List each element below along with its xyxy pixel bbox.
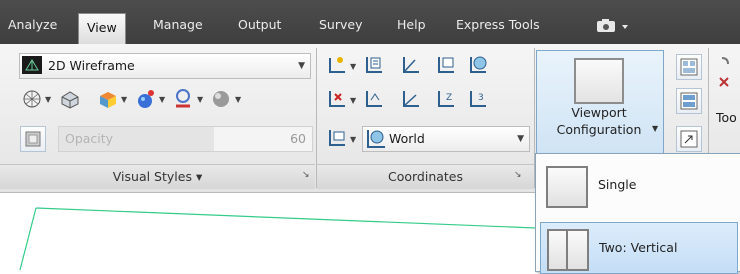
ucs-list-icon [366,57,382,73]
chevron-down-icon[interactable]: ▼ [159,95,165,104]
camera-icon [597,19,628,32]
ucs-view-icon [366,91,382,107]
panel-launcher-icon[interactable]: ↘ [302,170,310,180]
ucs-button[interactable] [325,53,349,77]
ucs-previous-icon [438,57,454,73]
ucs-z-axis-button[interactable]: Z [434,87,458,111]
ucs-3point-button[interactable]: 3 [466,87,490,111]
viewport-icon [574,58,624,104]
drawing-polyline[interactable] [35,207,537,229]
tool-palettes-label[interactable]: Too [716,110,737,125]
ucs-3point-icon: 3 [470,91,486,107]
ucs-combo[interactable]: World ▼ [362,126,530,152]
ucs-world-button[interactable] [398,53,422,77]
environment-button[interactable] [210,87,234,111]
ucs-icon-props-icon [329,130,345,146]
workspace-switcher-button[interactable] [596,19,632,36]
visual-style-combo[interactable]: 2D Wireframe ▼ [19,53,311,79]
viewport-configuration-label: Viewport Configuration [536,104,662,138]
materials-button[interactable] [134,87,158,111]
ucs-axis-icon [329,57,345,73]
ucs-object-button[interactable] [398,87,422,111]
ucs-previous-button[interactable] [434,53,458,77]
ucs-icon-button[interactable] [325,126,349,150]
ucs-value: World [389,131,425,146]
ucs-globe-icon [470,56,487,73]
drawing-polyline[interactable] [19,207,37,270]
chevron-down-icon[interactable]: ▼ [45,95,51,104]
tab-view[interactable]: View [78,13,126,45]
menu-item-label: Single [598,177,637,192]
opacity-placeholder: Opacity [65,131,114,146]
tool-palettes-icon[interactable] [716,56,736,95]
tab-analyze[interactable]: Analyze [0,12,65,38]
single-viewport-icon [546,166,588,208]
grey-sphere-icon [213,91,229,107]
ucs-z-icon: Z [438,91,454,107]
tab-manage[interactable]: Manage [145,12,211,38]
panel-launcher-icon[interactable]: ↘ [514,170,522,180]
lights-button[interactable] [172,87,196,111]
visual-styles-panel-title[interactable]: Visual Styles ▾ [0,164,315,189]
chevron-down-icon: ▼ [298,61,305,71]
viewport-restore-icon [680,130,698,148]
x-ray-button[interactable] [20,87,44,111]
coordinates-panel-title: Coordinates [317,164,534,189]
ucs-named-button[interactable] [362,53,386,77]
chevron-down-icon: ▼ [517,134,524,144]
menu-item-single[interactable]: Single [540,160,736,210]
material-sphere-icon [138,90,154,108]
opacity-value: 60 [290,131,306,146]
tab-express-tools[interactable]: Express Tools [448,12,548,38]
viewports-split-icon [680,92,698,110]
visual-style-value: 2D Wireframe [48,58,135,73]
tab-survey[interactable]: Survey [311,12,370,38]
opacity-toggle-button[interactable] [20,126,46,152]
wireframe-icon [22,56,42,74]
chevron-down-icon[interactable]: ▼ [235,95,241,104]
ucs-face-button[interactable] [466,53,490,77]
viewport-label-line1: Viewport [571,105,627,120]
box-shade-icon [61,91,79,109]
chevron-down-icon: ▼ [652,124,659,133]
ucs-origin-button[interactable] [325,87,349,111]
chevron-down-icon[interactable]: ▼ [350,96,356,105]
shadow-button[interactable] [58,87,82,111]
opacity-cube-icon [25,131,41,147]
menu-item-label: Two: Vertical [599,240,678,255]
join-viewports-button[interactable] [676,88,702,114]
ucs-view-button[interactable] [362,87,386,111]
world-globe-icon [365,128,387,158]
viewport-label-line2: Configuration [556,122,642,137]
menu-item-two-vertical[interactable]: Two: Vertical [540,222,738,274]
chevron-down-icon[interactable]: ▼ [197,95,203,104]
light-bulb-icon [176,89,190,108]
edge-effects-button[interactable] [96,87,120,111]
svg-text:3: 3 [478,93,484,103]
sphere-wire-icon [23,90,41,108]
ucs-world-axis-icon [403,57,419,73]
two-vertical-viewport-icon [547,229,589,271]
ucs-origin-icon [329,91,345,107]
restore-viewport-button[interactable] [676,126,702,152]
tab-output[interactable]: Output [230,12,289,38]
named-viewports-button[interactable] [676,54,702,80]
chevron-down-icon[interactable]: ▼ [121,95,127,104]
tab-help[interactable]: Help [389,12,434,38]
color-cube-icon [100,92,116,108]
chevron-down-icon[interactable]: ▼ [350,135,356,144]
ucs-object-icon [403,91,419,107]
viewport-configuration-menu: Single Two: Vertical [535,153,740,274]
opacity-slider[interactable]: Opacity 60 [58,126,313,152]
chevron-down-icon[interactable]: ▼ [350,62,356,71]
viewports-grid-icon [680,58,698,76]
svg-text:Z: Z [446,93,452,103]
